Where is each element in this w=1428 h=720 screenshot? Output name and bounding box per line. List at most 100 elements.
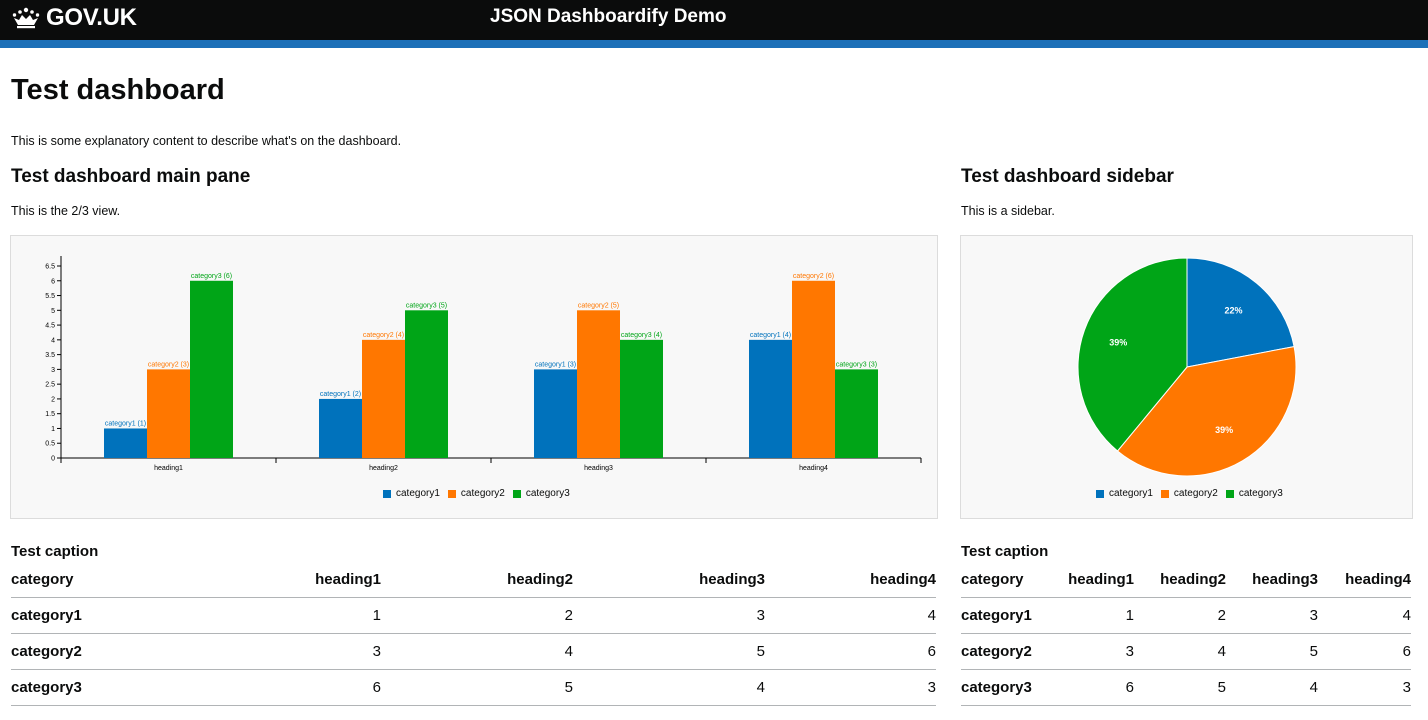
column-header: heading4 [765, 562, 936, 598]
table-cell: 2 [1134, 597, 1226, 634]
bar-data-label: category1 (2) [320, 391, 361, 398]
pie-chart-container: 22% 39% 39% category1 category2 category3 [960, 235, 1413, 519]
legend-label: category1 [1109, 488, 1153, 499]
bar-data-label: category2 (4) [363, 332, 404, 339]
y-tick-label: 5 [51, 308, 55, 315]
sidebar-data-table: category heading1 heading2 heading3 head… [961, 562, 1411, 706]
bar-chart-legend: category1 category2 category3 [383, 488, 578, 499]
pie-chart: 22% 39% 39% [1077, 257, 1297, 477]
table-cell: 3 [1049, 633, 1134, 670]
row-header: category1 [961, 597, 1049, 634]
legend-item-category3[interactable]: category3 [512, 488, 570, 499]
legend-item-category2[interactable]: category2 [1160, 488, 1218, 499]
pie-data-label: 39% [1109, 337, 1127, 347]
row-header: category3 [961, 669, 1049, 706]
bar-data-label: category1 (4) [750, 332, 791, 339]
bar [362, 339, 405, 458]
sidebar-table-caption: Test caption [961, 543, 1049, 560]
column-header: heading1 [195, 562, 381, 598]
bar-data-label: category3 (3) [836, 361, 877, 368]
legend-swatch [447, 489, 456, 498]
bar [620, 339, 663, 458]
bar [534, 369, 577, 458]
table-cell: 1 [195, 597, 381, 634]
row-header: category2 [11, 633, 195, 670]
table-cell: 4 [1318, 597, 1411, 634]
legend-label: category1 [396, 488, 440, 499]
table-cell: 6 [1049, 669, 1134, 706]
main-table-caption: Test caption [11, 543, 99, 560]
legend-swatch [383, 489, 391, 498]
bar [190, 280, 233, 458]
y-tick-label: 2.5 [45, 382, 55, 389]
legend-label: category3 [1238, 488, 1283, 499]
y-tick-label: 6 [51, 278, 55, 285]
table-cell: 3 [195, 633, 381, 670]
page-intro: This is some explanatory content to desc… [11, 134, 402, 148]
bar-data-label: category1 (1) [105, 420, 146, 427]
column-header: category [961, 562, 1049, 598]
legend-item-category3[interactable]: category3 [1225, 488, 1283, 499]
table-cell: 6 [195, 669, 381, 706]
pie-data-label: 39% [1215, 425, 1233, 435]
table-cell: 2 [381, 597, 573, 634]
x-tick-label: heading3 [584, 465, 613, 472]
logo-text: GOV.UK [46, 4, 137, 31]
legend-item-category1[interactable]: category1 [1096, 488, 1153, 499]
main-data-table: category heading1 heading2 heading3 head… [11, 562, 936, 706]
table-cell: 4 [1134, 633, 1226, 670]
bar [577, 310, 620, 458]
pie-data-label: 22% [1225, 306, 1243, 316]
table-cell: 3 [1226, 597, 1318, 634]
y-tick-label: 1 [51, 426, 55, 433]
page-title: Test dashboard [11, 74, 225, 106]
service-name-link[interactable]: JSON Dashboardify Demo [490, 6, 727, 28]
pie-chart-legend: category1 category2 category3 [1096, 488, 1291, 499]
bar [749, 339, 792, 458]
bar [147, 369, 190, 458]
bar [405, 310, 448, 458]
bar-data-label: category3 (4) [621, 332, 662, 339]
table-cell: 5 [1226, 633, 1318, 670]
legend-swatch [1225, 489, 1234, 498]
table-cell: 4 [1226, 669, 1318, 706]
main-pane-description: This is the 2/3 view. [11, 204, 121, 218]
row-header: category1 [11, 597, 195, 634]
y-tick-label: 4.5 [45, 323, 55, 330]
sidebar-title: Test dashboard sidebar [961, 166, 1174, 187]
main-pane-title: Test dashboard main pane [11, 166, 251, 187]
y-tick-label: 1.5 [45, 411, 55, 418]
column-header: heading3 [573, 562, 765, 598]
column-header: heading4 [1318, 562, 1411, 598]
legend-label: category2 [460, 488, 505, 499]
table-cell: 4 [381, 633, 573, 670]
header-stripe [0, 40, 1428, 48]
legend-item-category2[interactable]: category2 [447, 488, 505, 499]
legend-item-category1[interactable]: category1 [383, 488, 440, 499]
row-header: category3 [11, 669, 195, 706]
bar-data-label: category1 (3) [535, 361, 576, 368]
table-cell: 3 [573, 597, 765, 634]
bar-data-label: category2 (6) [793, 273, 834, 280]
y-tick-label: 4 [51, 337, 55, 344]
table-row: category2 3 4 5 6 [11, 633, 936, 670]
legend-label: category3 [525, 488, 570, 499]
crown-icon [12, 7, 40, 29]
table-cell: 3 [1318, 669, 1411, 706]
table-cell: 4 [765, 597, 936, 634]
column-header: heading2 [1134, 562, 1226, 598]
table-row: category1 1 2 3 4 [11, 597, 936, 634]
y-tick-label: 3 [51, 367, 55, 374]
govuk-logo-link[interactable]: GOV.UK [11, 4, 137, 32]
table-row: category2 3 4 5 6 [961, 633, 1411, 670]
y-tick-label: 0 [51, 456, 55, 463]
bar-data-label: category3 (6) [191, 273, 232, 280]
table-cell: 5 [573, 633, 765, 670]
x-tick-label: heading4 [799, 465, 828, 472]
site-header: GOV.UK JSON Dashboardify Demo [0, 0, 1428, 40]
table-header-row: category heading1 heading2 heading3 head… [11, 562, 936, 598]
table-row: category1 1 2 3 4 [961, 597, 1411, 634]
bar [104, 428, 147, 458]
column-header: heading1 [1049, 562, 1134, 598]
sidebar-description: This is a sidebar. [961, 204, 1055, 218]
